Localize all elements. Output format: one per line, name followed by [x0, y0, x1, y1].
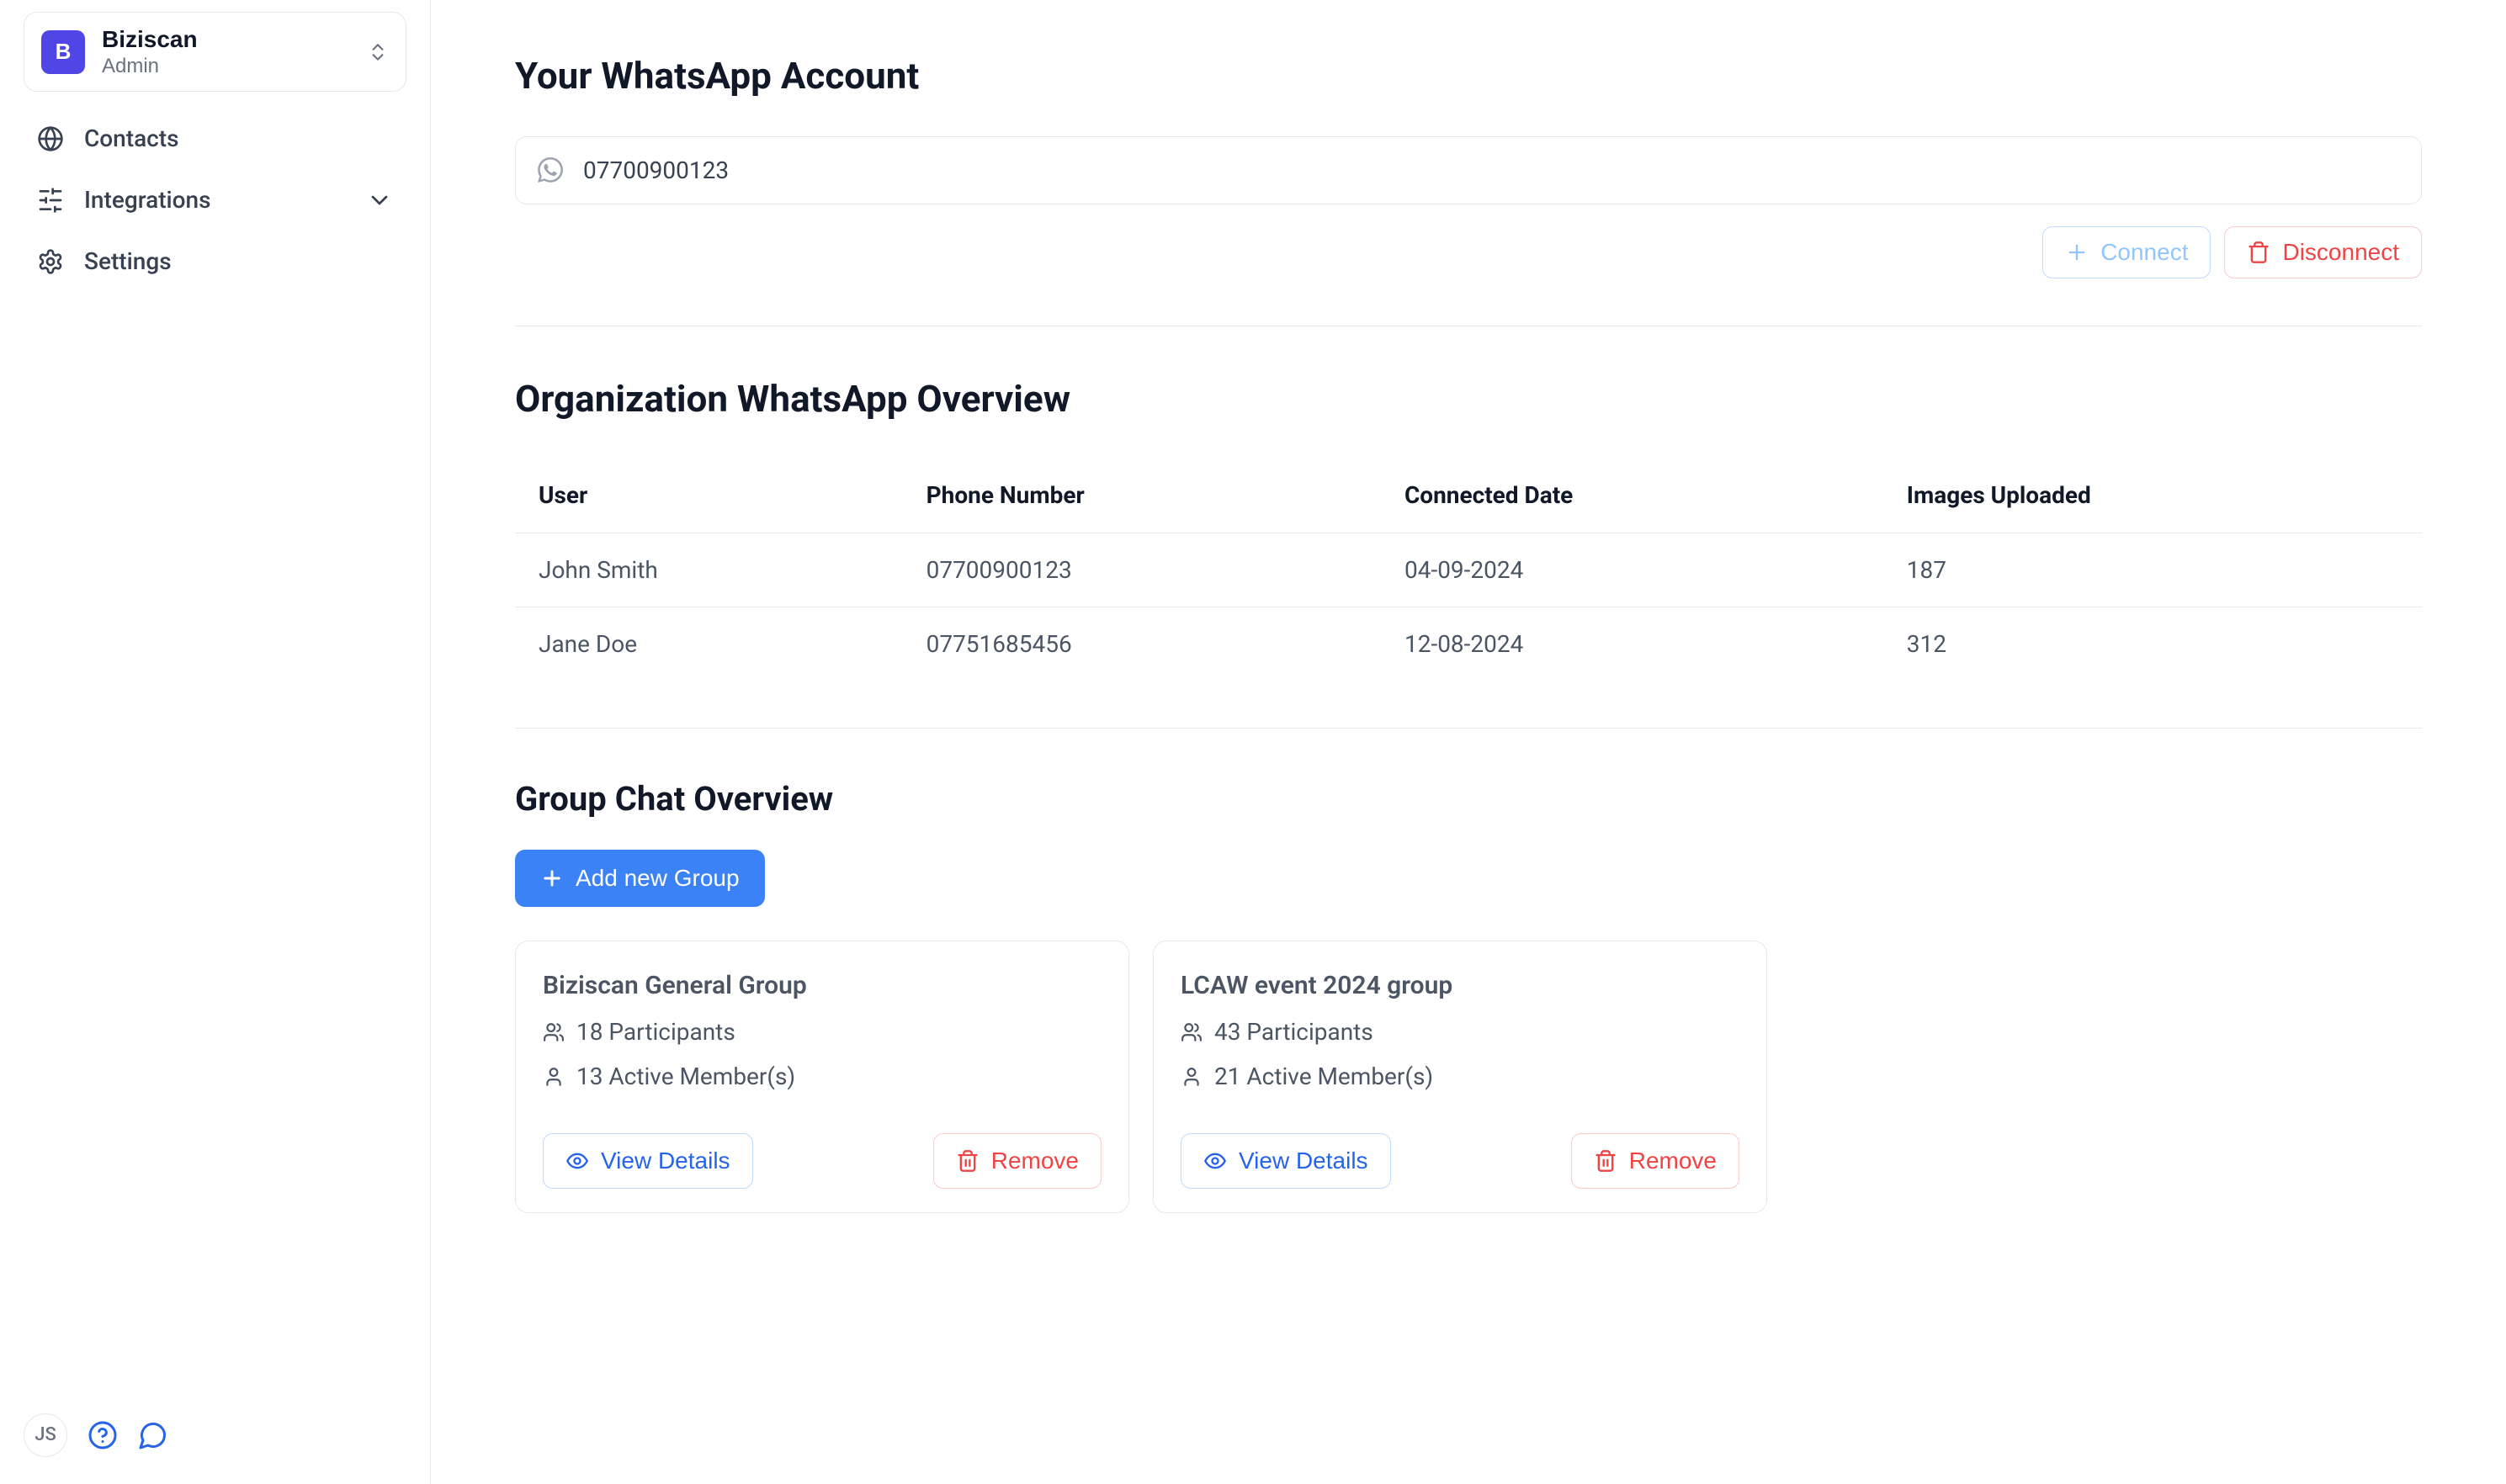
sidebar-item-integrations[interactable]: Integrations — [24, 170, 406, 230]
org-switcher[interactable]: B Biziscan Admin — [24, 12, 406, 92]
table-row: Jane Doe 07751685456 12-08-2024 312 — [515, 607, 2422, 681]
col-phone: Phone Number — [903, 458, 1381, 533]
chevrons-up-down-icon — [367, 41, 389, 63]
cell-phone: 07700900123 — [903, 533, 1381, 607]
sliders-icon — [37, 187, 64, 214]
cell-user: John Smith — [515, 533, 903, 607]
user-icon — [1181, 1066, 1203, 1088]
page-title: Your WhatsApp Account — [515, 50, 2422, 103]
group-name: LCAW event 2024 group — [1181, 968, 1739, 1004]
view-details-button[interactable]: View Details — [543, 1133, 753, 1189]
sidebar-item-settings[interactable]: Settings — [24, 231, 406, 291]
sidebar-item-label: Settings — [84, 245, 172, 278]
users-icon — [1181, 1021, 1203, 1043]
plus-icon — [2065, 241, 2089, 264]
remove-group-button[interactable]: Remove — [1571, 1133, 1739, 1189]
group-participants: 43 Participants — [1181, 1015, 1739, 1048]
group-name: Biziscan General Group — [543, 968, 1102, 1004]
add-group-label: Add new Group — [576, 865, 740, 892]
cell-user: Jane Doe — [515, 607, 903, 681]
trash-icon — [2247, 241, 2270, 264]
sidebar-item-label: Contacts — [84, 122, 179, 155]
table-row: John Smith 07700900123 04-09-2024 187 — [515, 533, 2422, 607]
cell-images: 312 — [1883, 607, 2422, 681]
help-icon[interactable] — [88, 1420, 118, 1450]
globe-icon — [37, 125, 64, 152]
connect-button[interactable]: Connect — [2042, 226, 2211, 278]
sidebar: B Biziscan Admin Contacts — [0, 0, 431, 1484]
avatar[interactable]: JS — [24, 1413, 67, 1457]
org-overview-title: Organization WhatsApp Overview — [515, 374, 2422, 426]
whatsapp-icon — [538, 157, 563, 183]
disconnect-button-label: Disconnect — [2282, 239, 2399, 266]
cell-images: 187 — [1883, 533, 2422, 607]
disconnect-button[interactable]: Disconnect — [2224, 226, 2422, 278]
whatsapp-phone-number: 07700900123 — [583, 154, 729, 187]
trash-icon — [1594, 1149, 1617, 1173]
eye-icon — [565, 1149, 589, 1173]
remove-group-button[interactable]: Remove — [933, 1133, 1102, 1189]
group-card: Biziscan General Group 18 Participants 1… — [515, 941, 1129, 1213]
group-overview-title: Group Chat Overview — [515, 776, 2422, 823]
org-overview-table: User Phone Number Connected Date Images … — [515, 458, 2422, 681]
group-card: LCAW event 2024 group 43 Participants 21… — [1153, 941, 1767, 1213]
chat-icon[interactable] — [138, 1420, 168, 1450]
divider — [515, 728, 2422, 729]
col-images: Images Uploaded — [1883, 458, 2422, 533]
chevron-down-icon — [366, 187, 393, 214]
org-badge: B — [41, 30, 85, 74]
gear-icon — [37, 248, 64, 275]
group-active: 13 Active Member(s) — [543, 1060, 1102, 1093]
main-content: Your WhatsApp Account 07700900123 Connec… — [431, 0, 2506, 1484]
trash-icon — [956, 1149, 980, 1173]
connect-button-label: Connect — [2100, 239, 2188, 266]
sidebar-footer: JS — [0, 1393, 430, 1484]
eye-icon — [1203, 1149, 1227, 1173]
plus-icon — [540, 867, 564, 890]
cell-phone: 07751685456 — [903, 607, 1381, 681]
col-user: User — [515, 458, 903, 533]
org-role: Admin — [102, 54, 198, 79]
col-connected: Connected Date — [1381, 458, 1883, 533]
sidebar-item-contacts[interactable]: Contacts — [24, 109, 406, 168]
user-icon — [543, 1066, 565, 1088]
cell-connected: 04-09-2024 — [1381, 533, 1883, 607]
cell-connected: 12-08-2024 — [1381, 607, 1883, 681]
sidebar-item-label: Integrations — [84, 183, 211, 216]
whatsapp-phone-field: 07700900123 — [515, 136, 2422, 204]
org-name: Biziscan — [102, 24, 198, 54]
sidebar-nav: Contacts Integrations Settings — [24, 109, 406, 292]
group-active: 21 Active Member(s) — [1181, 1060, 1739, 1093]
users-icon — [543, 1021, 565, 1043]
add-group-button[interactable]: Add new Group — [515, 850, 765, 907]
view-details-button[interactable]: View Details — [1181, 1133, 1391, 1189]
group-participants: 18 Participants — [543, 1015, 1102, 1048]
